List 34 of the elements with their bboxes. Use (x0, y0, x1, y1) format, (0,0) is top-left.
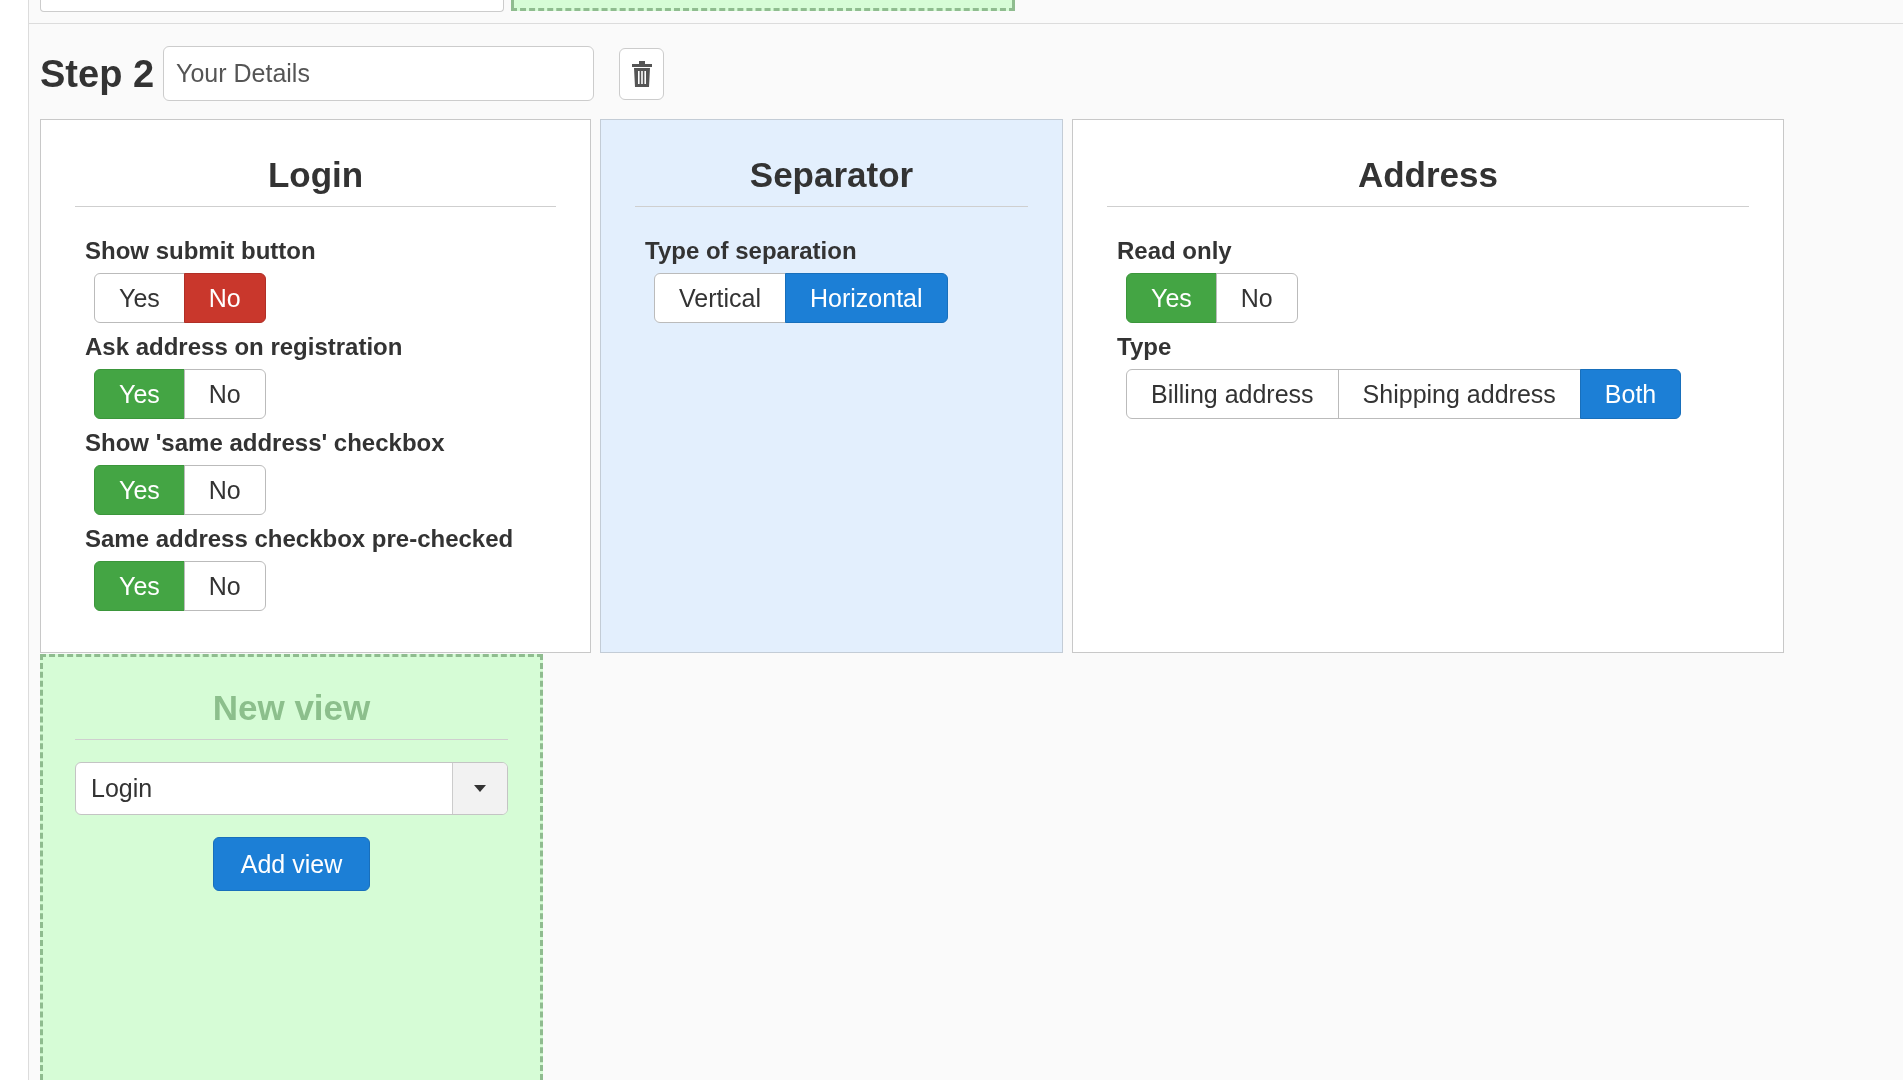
toggle-button[interactable]: No (183, 369, 266, 419)
toggle-button[interactable]: Billing address (1126, 369, 1339, 419)
setting-label: Type of separation (645, 236, 858, 266)
toggle-button[interactable]: No (1215, 273, 1298, 323)
step-name-field[interactable]: Your Details (163, 46, 595, 101)
setting-label: Read only (1117, 236, 1233, 266)
card-title: Login (266, 154, 365, 196)
card-title: Separator (748, 154, 915, 196)
toggle-button[interactable]: Yes (94, 273, 185, 323)
view-card[interactable]: Address Read only Yes No Type Billing address Shipping address Both (1072, 119, 1784, 653)
dropdown-toggle[interactable] (452, 763, 507, 814)
view-select[interactable]: Login (75, 762, 508, 815)
setting-label: Show 'same address' checkbox (85, 428, 446, 458)
toggle-button[interactable]: Shipping address (1337, 369, 1581, 419)
toggle-button[interactable]: Vertical (654, 273, 786, 323)
panel-title: New view (211, 687, 372, 729)
view-card[interactable]: Separator Type of separation Vertical Horizontal (600, 119, 1063, 653)
input-field[interactable] (40, 0, 504, 12)
toggle-button[interactable]: Both (1579, 369, 1682, 419)
toggle-button[interactable]: No (183, 561, 266, 611)
setting-label: Show submit button (85, 236, 317, 266)
toggle-button[interactable]: No (183, 465, 266, 515)
view-card[interactable]: Login Show submit button Yes No Ask address on registration Yes No Show 'same address' checkbox Yes No Same address checkbox pre-checked Yes No (40, 119, 591, 653)
setting-label: Ask address on registration (85, 332, 404, 362)
trash-icon (631, 60, 652, 87)
setting-label: Type (1117, 332, 1173, 362)
toggle-button[interactable]: Horizontal (785, 273, 948, 323)
step-heading: Step 2 (40, 51, 155, 97)
setting-label: Same address checkbox pre-checked (85, 524, 515, 554)
delete-button[interactable] (619, 47, 665, 100)
card-title: Address (1356, 154, 1500, 196)
add-view-button[interactable]: Add view (212, 837, 371, 891)
toggle-button[interactable]: No (183, 273, 266, 323)
caret-icon (474, 785, 486, 792)
